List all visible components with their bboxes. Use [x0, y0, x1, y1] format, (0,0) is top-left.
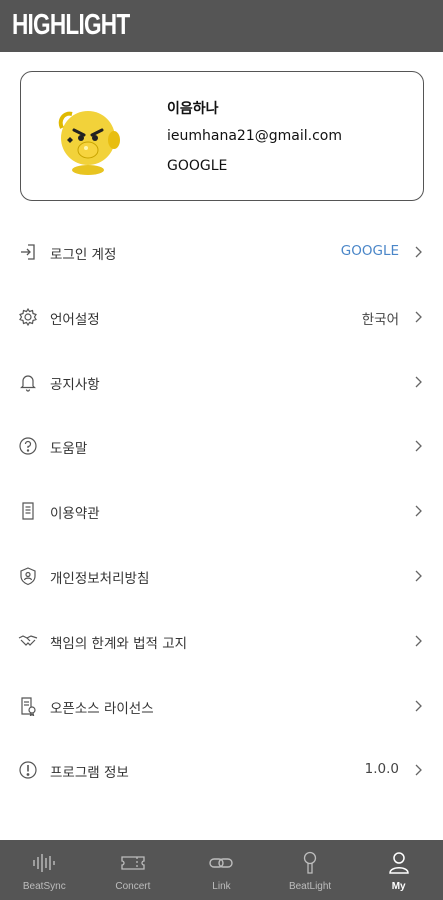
app-header: HIGHLIGHT	[0, 0, 443, 52]
menu-item-language[interactable]: 언어설정 한국어	[0, 285, 443, 350]
gear-icon	[19, 307, 37, 326]
shield-user-icon	[20, 567, 36, 586]
chevron-right-icon	[415, 635, 422, 647]
tab-beatsync[interactable]: BeatSync	[0, 840, 89, 900]
menu-value: GOOGLE	[340, 243, 399, 259]
person-icon	[388, 852, 409, 874]
info-icon	[19, 761, 37, 779]
menu-item-privacy-policy[interactable]: 개인정보처리방침	[0, 544, 443, 609]
menu-label: 도움말	[50, 441, 88, 458]
tab-link[interactable]: Link	[177, 840, 266, 900]
menu-label: 책임의 한계와 법적 고지	[50, 635, 188, 652]
avatar	[58, 111, 120, 175]
app-title: HIGHLIGHT	[12, 9, 130, 41]
tab-label: BeatLight	[288, 881, 332, 892]
menu-label: 프로그램 정보	[50, 765, 129, 782]
chevron-right-icon	[415, 700, 422, 712]
document-icon	[22, 502, 34, 520]
chevron-right-icon	[415, 505, 422, 517]
profile-card[interactable]: 이음하나 ieumhana21@gmail.com GOOGLE	[20, 71, 424, 201]
chevron-right-icon	[415, 440, 422, 452]
profile-email: ieumhana21@gmail.com	[167, 128, 342, 144]
menu-item-open-source-license[interactable]: 오픈소스 라이선스	[0, 674, 443, 739]
menu-label: 로그인 계정	[50, 247, 117, 263]
menu-label: 개인정보처리방침	[50, 570, 150, 587]
lightstick-icon	[303, 851, 317, 874]
link-icon	[209, 858, 234, 868]
menu-item-help[interactable]: 도움말	[0, 414, 443, 479]
login-icon	[21, 244, 35, 260]
menu-value: 한국어	[361, 311, 399, 328]
tab-label: Link	[212, 881, 231, 892]
menu-label: 오픈소스 라이선스	[50, 700, 154, 717]
ticket-icon	[121, 856, 145, 870]
bell-icon	[20, 375, 36, 392]
settings-menu: 로그인 계정 GOOGLE 언어설정 한국어 공지사항 도움말 이용약관 개인정…	[0, 220, 443, 803]
chevron-right-icon	[415, 246, 422, 258]
menu-item-program-info[interactable]: 프로그램 정보 1.0.0	[0, 738, 443, 803]
chevron-right-icon	[415, 570, 422, 582]
chevron-right-icon	[415, 311, 422, 323]
profile-name: 이음하나	[167, 101, 219, 117]
tab-my[interactable]: My	[354, 840, 443, 900]
help-icon	[19, 437, 37, 455]
menu-label: 공지사항	[50, 376, 100, 393]
menu-item-legal-notice[interactable]: 책임의 한계와 법적 고지	[0, 609, 443, 674]
bottom-tab-bar: BeatSync Concert Link BeatLight My	[0, 840, 443, 900]
menu-label: 이용약관	[50, 506, 100, 523]
menu-label: 언어설정	[50, 311, 100, 328]
menu-value: 1.0.0	[364, 761, 399, 778]
tab-label: BeatSync	[22, 881, 66, 892]
tab-label: My	[391, 881, 406, 892]
menu-item-login-account[interactable]: 로그인 계정 GOOGLE	[0, 220, 443, 285]
tab-beatlight[interactable]: BeatLight	[266, 840, 355, 900]
waveform-icon	[33, 854, 55, 872]
chevron-right-icon	[415, 764, 422, 776]
profile-provider: GOOGLE	[167, 158, 228, 174]
tab-label: Concert	[115, 881, 151, 892]
menu-item-notice[interactable]: 공지사항	[0, 350, 443, 415]
license-icon	[21, 696, 36, 716]
tab-concert[interactable]: Concert	[89, 840, 178, 900]
chevron-right-icon	[415, 376, 422, 388]
handshake-icon	[18, 635, 38, 646]
menu-item-terms[interactable]: 이용약관	[0, 479, 443, 544]
